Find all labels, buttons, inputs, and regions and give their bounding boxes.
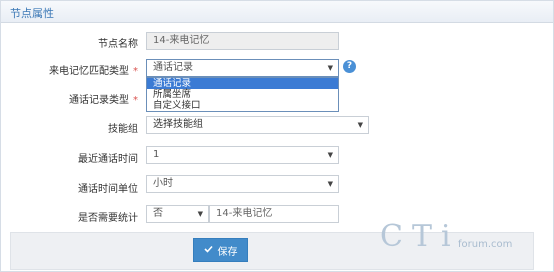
help-icon[interactable]: ? [343,60,356,73]
dropdown-option[interactable]: 自定义接口 [147,100,338,111]
match-type-dropdown: 通话记录 所属坐席 自定义接口 [146,77,339,112]
recent-call-time-label: 最近通话时间 [78,154,138,165]
watermark-domain: forum.com [458,239,513,250]
recent-call-time-select[interactable]: 1 ▼ [146,146,339,164]
chevron-down-icon: ▼ [327,180,333,188]
chevron-down-icon: ▼ [327,151,333,159]
save-button[interactable]: 保存 [193,238,248,262]
record-type-label: 通话记录类型 * [69,95,138,106]
dropdown-option[interactable]: 通话记录 [147,78,338,89]
panel-header: 节点属性 [1,1,553,23]
node-name-input[interactable]: 14-来电记忆 [146,32,339,50]
panel-title: 节点属性 [10,7,54,20]
chevron-down-icon: ▼ [327,64,333,72]
match-type-select[interactable]: 通话记录 ▼ [146,59,339,77]
node-name-label: 节点名称 [98,39,138,50]
need-stats-select[interactable]: 否 ▼ [146,205,209,223]
skill-group-select[interactable]: 选择技能组 ▼ [146,116,369,134]
match-type-label: 来电记忆匹配类型 * [49,66,138,77]
time-unit-select[interactable]: 小时 ▼ [146,175,339,193]
skill-group-label: 技能组 [108,124,138,135]
check-icon [203,245,213,256]
stats-node-input[interactable]: 14-来电记忆 [209,205,339,223]
time-unit-label: 通话时间单位 [78,184,138,195]
chevron-down-icon: ▼ [197,210,203,218]
dropdown-option[interactable]: 所属坐席 [147,89,338,100]
watermark-logo: CTi [380,219,460,254]
need-stats-label: 是否需要统计 [78,213,138,224]
chevron-down-icon: ▼ [357,121,363,129]
